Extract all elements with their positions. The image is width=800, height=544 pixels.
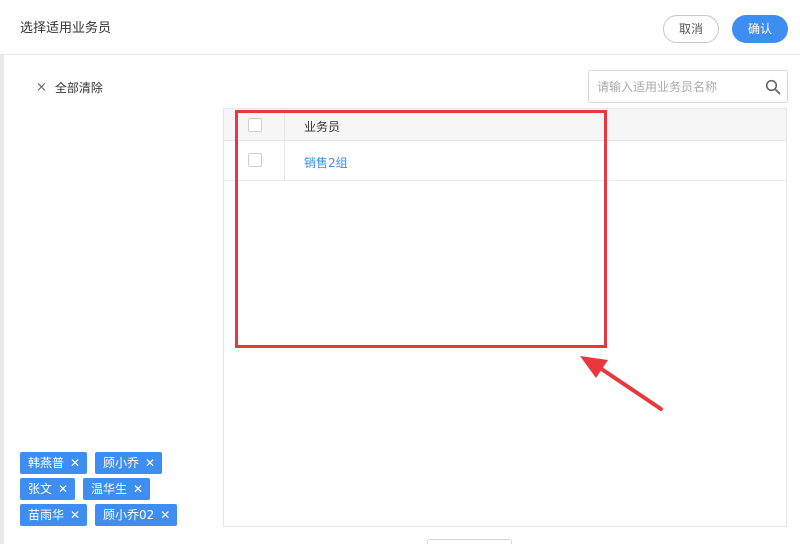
clear-all-button[interactable]: × 全部清除	[36, 78, 103, 96]
tag-label: 苗雨华	[28, 508, 65, 522]
tag-label: 韩燕普	[28, 456, 65, 470]
close-icon[interactable]: ✕	[70, 452, 80, 474]
tag-label: 顾小乔	[103, 456, 140, 470]
clear-all-label: 全部清除	[54, 80, 103, 95]
selected-tag: 苗雨华 ✕	[20, 504, 88, 526]
confirm-button[interactable]: 确认	[732, 15, 788, 43]
search-input[interactable]	[589, 71, 759, 102]
close-icon[interactable]: ✕	[70, 504, 80, 526]
tag-label: 顾小乔02	[103, 508, 155, 522]
close-icon[interactable]: ✕	[145, 452, 155, 474]
selected-tag: 顾小乔 ✕	[95, 452, 163, 474]
close-icon[interactable]: ✕	[133, 478, 143, 500]
search-icon[interactable]	[765, 79, 781, 95]
tag-label: 张文	[28, 482, 53, 496]
annotation-highlight-box	[235, 110, 607, 348]
selected-tag: 温华生 ✕	[83, 478, 151, 500]
background-edge	[0, 0, 4, 544]
close-icon[interactable]: ✕	[160, 504, 170, 526]
cancel-button[interactable]: 取消	[663, 15, 719, 43]
close-icon[interactable]: ✕	[58, 478, 68, 500]
dialog-title: 选择适用业务员	[20, 21, 112, 36]
pagination-stub	[427, 539, 512, 544]
selected-tag: 张文 ✕	[20, 478, 76, 500]
search-box	[588, 70, 788, 103]
selected-tag: 韩燕普 ✕	[20, 452, 88, 474]
tag-label: 温华生	[91, 482, 128, 496]
close-icon: ×	[36, 79, 47, 95]
selected-tag: 顾小乔02 ✕	[95, 504, 178, 526]
dialog-header: 选择适用业务员 取消 确认	[0, 0, 800, 55]
